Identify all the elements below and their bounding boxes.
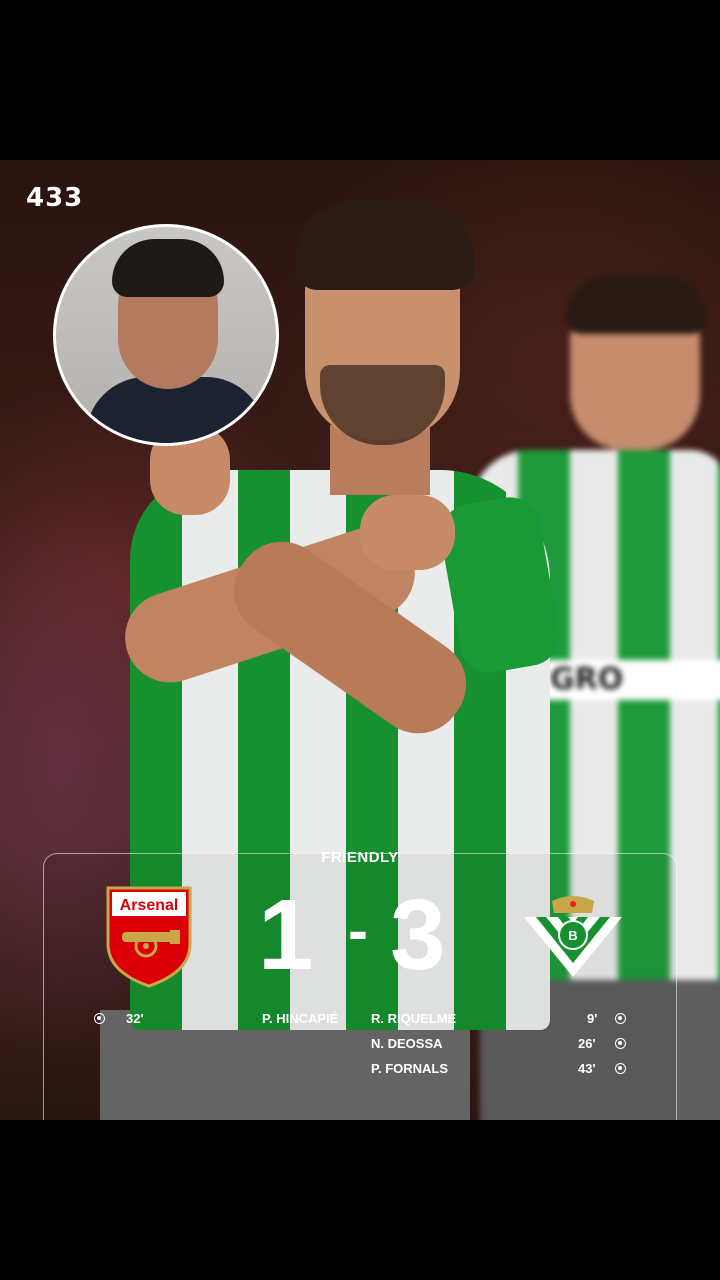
home-goal-minute: 32': [126, 1011, 144, 1026]
ball-icon: [615, 1038, 626, 1049]
ball-icon: [615, 1013, 626, 1024]
ball-icon: [615, 1063, 626, 1074]
away-goal-minute: 9': [587, 1011, 598, 1026]
betis-crest-icon: B: [524, 896, 622, 977]
away-goal-minute: 26': [578, 1036, 596, 1051]
svg-text:Arsenal: Arsenal: [120, 897, 179, 914]
home-goal-scorer: P. HINCAPIÉ: [262, 1011, 339, 1026]
top-letterbox: [0, 0, 720, 160]
ball-icon: [94, 1013, 105, 1024]
svg-text:B: B: [568, 928, 577, 943]
away-goal-scorer: N. DEOSSA: [371, 1036, 443, 1051]
match-type-label: FRIENDLY: [321, 849, 399, 866]
score-separator: -: [348, 897, 368, 964]
home-score: 1: [258, 879, 314, 991]
away-goal-scorer: P. FORNALS: [371, 1061, 449, 1076]
arsenal-crest-icon: Arsenal: [106, 886, 192, 988]
away-goal-minute: 43': [578, 1061, 596, 1076]
coach-inset-photo: [53, 224, 279, 446]
away-score: 3: [390, 879, 446, 991]
bottom-letterbox: [0, 1120, 720, 1280]
away-goal-scorer: R. RIQUELME: [371, 1011, 457, 1026]
brand-logo: 433: [26, 183, 84, 213]
